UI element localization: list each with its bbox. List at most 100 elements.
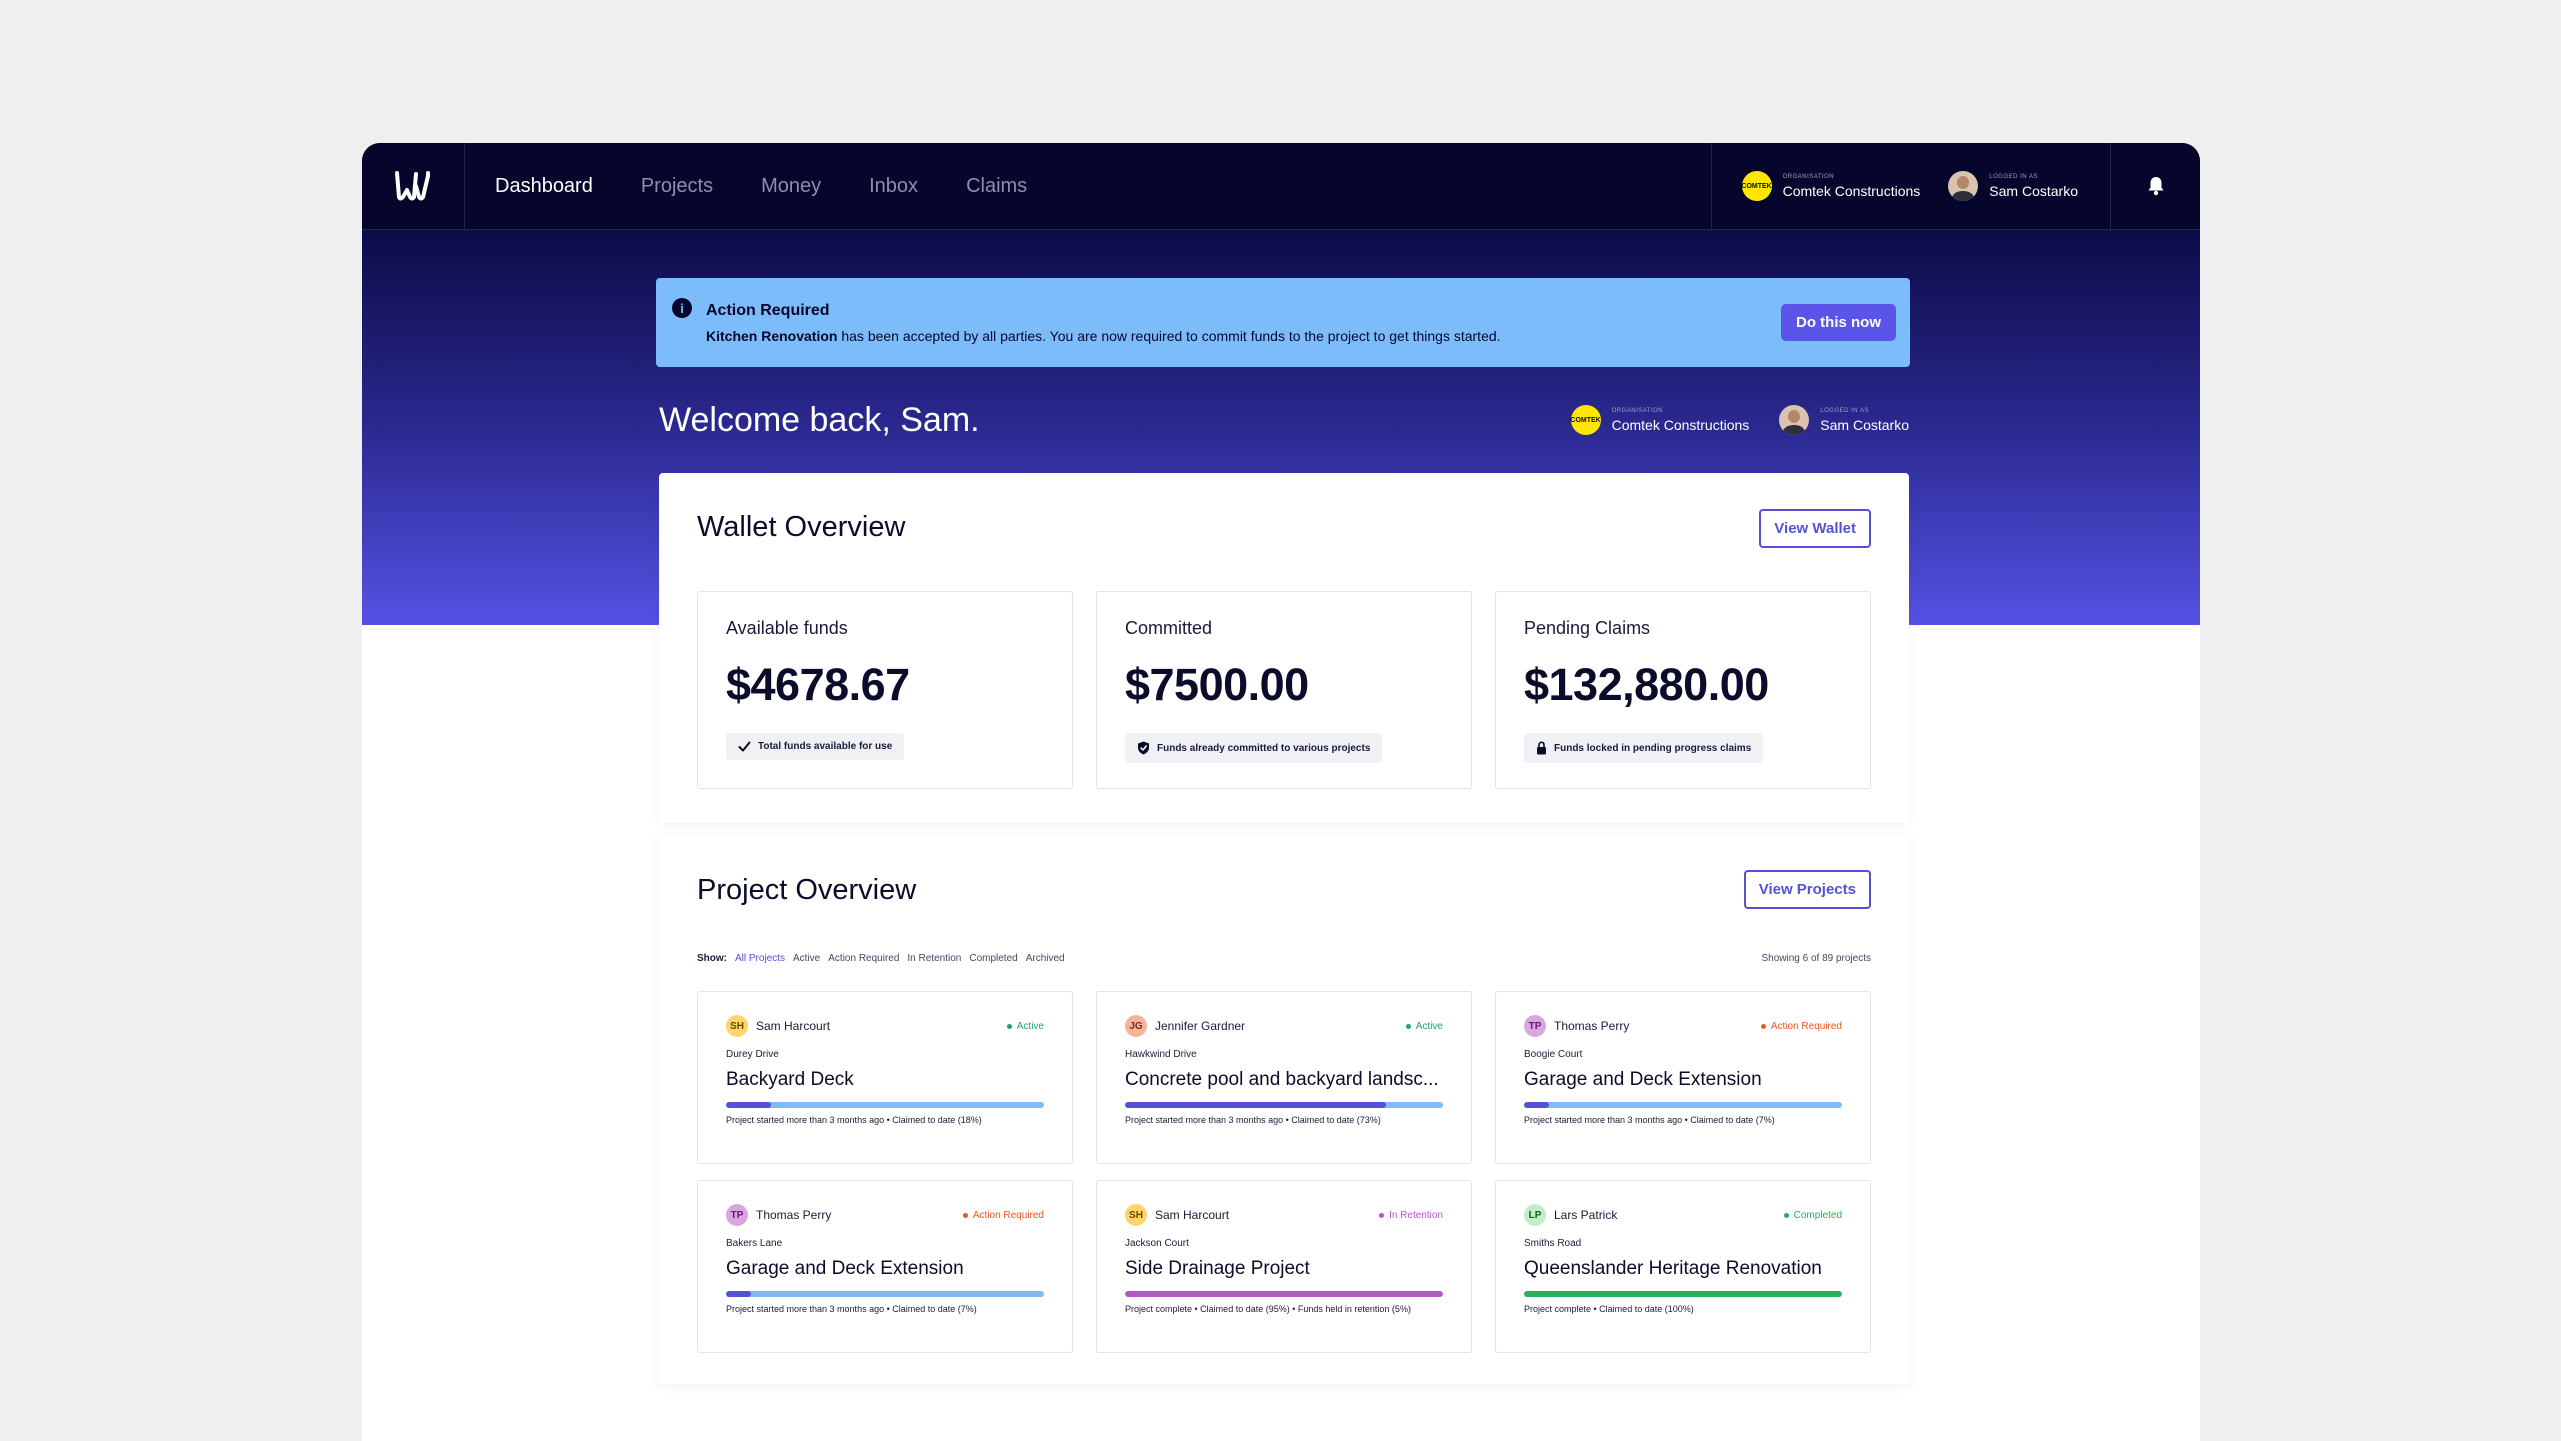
lock-icon [1537, 741, 1546, 755]
project-street: Boogie Court [1524, 1049, 1583, 1060]
top-nav: Dashboard Projects Money Inbox Claims CO… [362, 143, 2200, 230]
progress-bar [1524, 1102, 1842, 1108]
org-name: Comtek Constructions [1782, 182, 1921, 199]
avatar [1948, 171, 1979, 201]
filter-in-retention[interactable]: In Retention [907, 953, 961, 964]
action-required-alert: i Action Required Kitchen Renovation has… [656, 278, 1910, 367]
status-badge: In Retention [1379, 1210, 1443, 1221]
progress-bar [1125, 1291, 1443, 1297]
owner-avatar: LP [1524, 1204, 1546, 1226]
stat-value: $4678.67 [726, 659, 910, 710]
nav-inbox[interactable]: Inbox [869, 175, 918, 198]
do-this-now-button[interactable]: Do this now [1781, 304, 1896, 341]
project-card[interactable]: SH Sam Harcourt In Retention Jackson Cou… [1096, 1180, 1472, 1353]
stat-chip: Total funds available for use [726, 733, 905, 760]
owner-avatar: SH [1125, 1204, 1147, 1226]
owner-name: Thomas Perry [1554, 1019, 1630, 1033]
alert-title: Action Required [706, 301, 830, 319]
project-name: Backyard Deck [726, 1069, 854, 1090]
project-filters: Show: All Projects Active Action Require… [697, 953, 1073, 964]
project-overview-panel: Project Overview View Projects Show: All… [659, 836, 1909, 1384]
notifications-button[interactable] [2110, 143, 2200, 230]
owner-avatar: TP [726, 1204, 748, 1226]
project-count: Showing 6 of 89 projects [1761, 953, 1871, 964]
welcome-row: Welcome back, Sam. COMTEK ORGANISATION C… [659, 395, 1913, 445]
app-window: Dashboard Projects Money Inbox Claims CO… [362, 143, 2200, 1441]
projects-title: Project Overview [697, 874, 917, 906]
avatar [1779, 405, 1810, 435]
org-caption: ORGANISATION [1782, 173, 1835, 180]
view-wallet-button[interactable]: View Wallet [1759, 509, 1871, 548]
welcome-org: COMTEK ORGANISATION Comtek Constructions [1570, 405, 1750, 435]
org-name: Comtek Constructions [1611, 416, 1750, 433]
owner-avatar: SH [726, 1015, 748, 1037]
user-menu[interactable]: LOGGED IN AS Sam Costarko [1948, 171, 2078, 201]
project-card[interactable]: JG Jennifer Gardner Active Hawkwind Driv… [1096, 991, 1472, 1164]
user-name: Sam Costarko [1989, 182, 2078, 199]
nav-claims[interactable]: Claims [966, 175, 1027, 198]
org-switcher[interactable]: COMTEK ORGANISATION Comtek Constructions [1741, 171, 1921, 201]
stat-label: Pending Claims [1524, 618, 1651, 638]
stat-card-committed: Committed $7500.00 Funds already committ… [1096, 591, 1472, 789]
owner-avatar: JG [1125, 1015, 1147, 1037]
progress-bar [726, 1102, 1044, 1108]
project-meta: Project started more than 3 months ago •… [1524, 1115, 1775, 1125]
project-card[interactable]: TP Thomas Perry Action Required Boogie C… [1495, 991, 1871, 1164]
project-card[interactable]: TP Thomas Perry Action Required Bakers L… [697, 1180, 1073, 1353]
project-card[interactable]: LP Lars Patrick Completed Smiths Road Qu… [1495, 1180, 1871, 1353]
stat-chip-text: Funds already committed to various proje… [1157, 742, 1371, 754]
project-street: Hawkwind Drive [1125, 1049, 1197, 1060]
progress-bar [1524, 1291, 1842, 1297]
nav-projects[interactable]: Projects [641, 175, 713, 198]
project-name: Garage and Deck Extension [1524, 1069, 1762, 1090]
nav-money[interactable]: Money [761, 175, 821, 198]
owner-name: Lars Patrick [1554, 1208, 1618, 1222]
filter-active[interactable]: Active [793, 953, 820, 964]
user-caption: LOGGED IN AS [1989, 173, 2038, 180]
project-meta: Project complete • Claimed to date (100%… [1524, 1304, 1694, 1314]
progress-fill [726, 1291, 752, 1297]
alert-message-text: has been accepted by all parties. You ar… [837, 327, 1501, 344]
stat-label: Available funds [726, 618, 848, 638]
filter-all-projects[interactable]: All Projects [735, 953, 785, 964]
status-badge: Active [1406, 1021, 1443, 1032]
project-name: Queenslander Heritage Renovation [1524, 1258, 1822, 1279]
project-street: Smiths Road [1524, 1238, 1582, 1249]
info-icon: i [672, 298, 692, 318]
user-name: Sam Costarko [1820, 416, 1909, 433]
stat-chip: Funds locked in pending progress claims [1524, 733, 1764, 763]
view-projects-button[interactable]: View Projects [1743, 870, 1871, 909]
project-meta: Project complete • Claimed to date (95%)… [1125, 1304, 1411, 1314]
welcome-user: LOGGED IN AS Sam Costarko [1779, 405, 1909, 435]
filter-label: Show: [697, 953, 727, 964]
filter-action-required[interactable]: Action Required [828, 953, 899, 964]
project-meta: Project started more than 3 months ago •… [726, 1304, 977, 1314]
check-icon [738, 741, 751, 752]
progress-bar [1125, 1102, 1443, 1108]
filter-archived[interactable]: Archived [1026, 953, 1065, 964]
progress-fill [1524, 1102, 1550, 1108]
nav-dashboard[interactable]: Dashboard [495, 175, 593, 198]
stat-chip-text: Funds locked in pending progress claims [1554, 742, 1752, 754]
progress-fill [1125, 1291, 1443, 1297]
project-name: Garage and Deck Extension [726, 1258, 964, 1279]
project-street: Bakers Lane [726, 1238, 783, 1249]
nav-identity: COMTEK ORGANISATION Comtek Constructions… [1710, 143, 2110, 230]
filter-completed[interactable]: Completed [969, 953, 1017, 964]
progress-fill [1524, 1291, 1842, 1297]
stat-value: $132,880.00 [1524, 659, 1769, 710]
org-logo: COMTEK [1570, 405, 1601, 435]
brand-logo-icon[interactable] [362, 143, 465, 230]
project-meta: Project started more than 3 months ago •… [726, 1115, 982, 1125]
org-caption: ORGANISATION [1611, 407, 1664, 414]
progress-fill [1125, 1102, 1386, 1108]
stat-label: Committed [1125, 618, 1213, 638]
stat-card-pending-claims: Pending Claims $132,880.00 Funds locked … [1495, 591, 1871, 789]
shield-icon [1138, 741, 1149, 755]
owner-name: Sam Harcourt [1155, 1208, 1230, 1222]
owner-name: Jennifer Gardner [1155, 1019, 1246, 1033]
owner-avatar: TP [1524, 1015, 1546, 1037]
project-street: Jackson Court [1125, 1238, 1189, 1249]
project-street: Durey Drive [726, 1049, 779, 1060]
project-card[interactable]: SH Sam Harcourt Active Durey Drive Backy… [697, 991, 1073, 1164]
